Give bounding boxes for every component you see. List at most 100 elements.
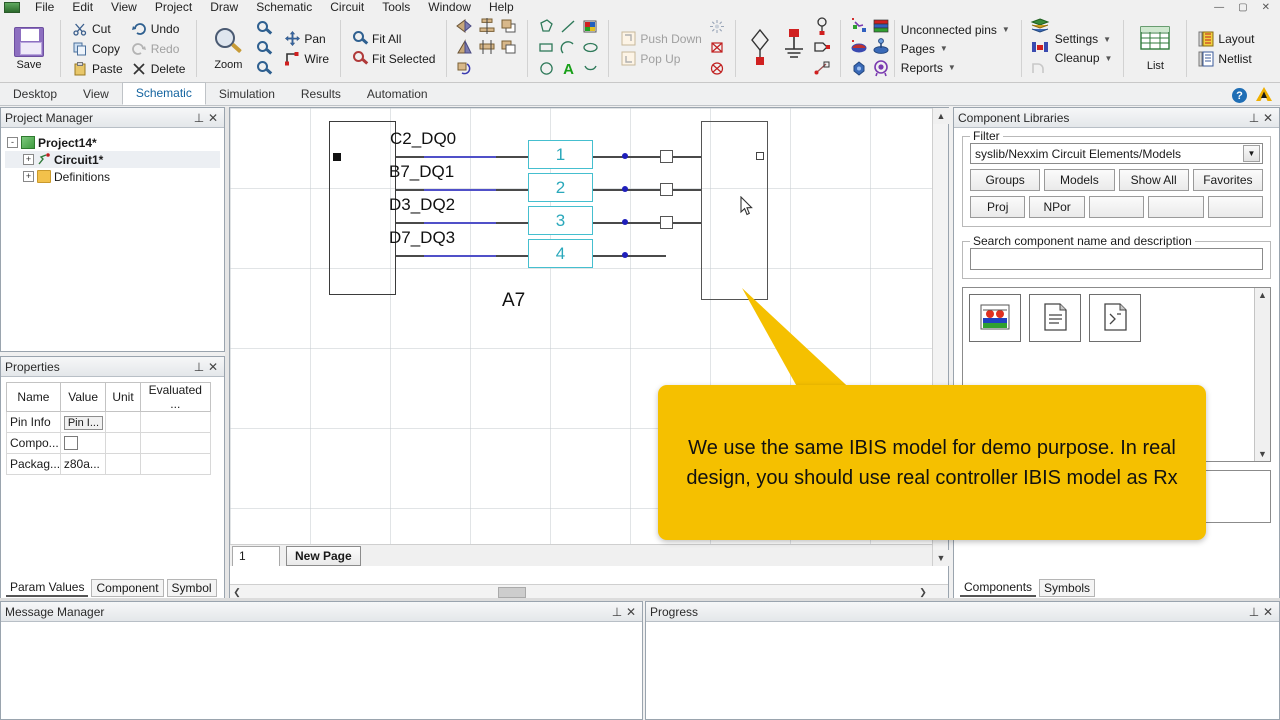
arc-button[interactable] xyxy=(557,38,579,59)
search-input[interactable] xyxy=(970,248,1263,270)
zoom-in-button[interactable] xyxy=(252,19,280,39)
favorites-button[interactable]: Favorites xyxy=(1192,169,1263,191)
show-all-button[interactable]: Show All xyxy=(1118,169,1189,191)
stackup-button[interactable] xyxy=(870,17,892,38)
menu-item-tools[interactable]: Tools xyxy=(373,0,419,14)
port-square[interactable] xyxy=(660,183,673,196)
reports-dropdown[interactable]: Reports ▼ xyxy=(897,58,1014,77)
chevron-down-icon[interactable]: ▼ xyxy=(1243,145,1260,162)
component-checkbox[interactable] xyxy=(63,436,78,451)
scroll-left-arrow-icon[interactable]: ❮ xyxy=(230,587,244,598)
scroll-down-arrow-icon[interactable]: ▼ xyxy=(1258,449,1267,459)
paste-button[interactable]: Paste xyxy=(68,59,127,79)
wire-button[interactable]: Wire xyxy=(280,49,333,69)
close-icon[interactable]: ✕ xyxy=(1261,111,1275,125)
tab-symbols[interactable]: Symbols xyxy=(1039,579,1096,597)
tab-desktop[interactable]: Desktop xyxy=(0,84,70,105)
target-button[interactable] xyxy=(870,59,892,80)
zoom-out-button[interactable] xyxy=(252,39,280,59)
tab-param-values[interactable]: Param Values xyxy=(6,579,89,597)
filter-button-3[interactable] xyxy=(1088,196,1145,218)
port-square[interactable] xyxy=(660,150,673,163)
output-port-button[interactable] xyxy=(811,38,833,59)
send-backward-button[interactable] xyxy=(498,38,520,59)
menu-item-project[interactable]: Project xyxy=(146,0,201,14)
close-window-button[interactable]: ✕ xyxy=(1262,2,1270,13)
wire-segment[interactable] xyxy=(593,255,666,257)
expander-icon[interactable]: - xyxy=(7,137,18,148)
scroll-right-arrow-icon[interactable]: ❯ xyxy=(916,587,930,598)
scroll-up-arrow-icon[interactable]: ▲ xyxy=(933,108,949,124)
close-icon[interactable]: ✕ xyxy=(206,360,220,374)
delete-port-button[interactable] xyxy=(706,38,728,59)
tab-symbol[interactable]: Symbol xyxy=(166,579,217,597)
unconnected-pins-dropdown[interactable]: Unconnected pins ▼ xyxy=(897,20,1014,39)
delete-button[interactable]: Delete xyxy=(127,59,190,79)
list-button[interactable]: List xyxy=(1131,17,1179,81)
scroll-up-arrow-icon[interactable]: ▲ xyxy=(1258,290,1267,300)
page-tab-1[interactable]: 1 xyxy=(232,546,280,566)
cut-button[interactable]: Cut xyxy=(68,19,127,39)
wire-segment-net[interactable] xyxy=(424,156,496,158)
netlist-button[interactable]: Netlist xyxy=(1194,49,1258,69)
cell-value[interactable]: Pin I... xyxy=(59,411,107,433)
ground-button[interactable] xyxy=(777,16,811,82)
spline-button[interactable] xyxy=(579,59,601,80)
menu-item-schematic[interactable]: Schematic xyxy=(247,0,321,14)
wire-segment[interactable] xyxy=(593,189,666,191)
column-header-name[interactable]: Name xyxy=(6,382,61,412)
tree-node-definitions[interactable]: + Definitions xyxy=(5,168,220,185)
flip-vertical-button[interactable] xyxy=(454,38,476,59)
groups-button[interactable]: Groups xyxy=(970,169,1041,191)
menu-item-window[interactable]: Window xyxy=(419,0,480,14)
port-pin-button[interactable] xyxy=(811,17,833,38)
nport-button-2[interactable]: NPor xyxy=(1029,196,1085,218)
ellipse-button[interactable] xyxy=(579,38,601,59)
numbered-component-1[interactable]: 1 xyxy=(528,140,593,169)
zoom-fit-button[interactable] xyxy=(252,59,280,79)
models-button[interactable]: Models xyxy=(1044,169,1115,191)
wire-segment[interactable] xyxy=(673,189,702,191)
close-icon[interactable]: ✕ xyxy=(1261,605,1275,619)
nport-button[interactable] xyxy=(848,59,870,80)
expander-icon[interactable]: + xyxy=(23,171,34,182)
table-row[interactable]: Pin Info Pin I... xyxy=(6,411,212,433)
list-item[interactable] xyxy=(1089,294,1141,342)
maximize-button[interactable]: ▢ xyxy=(1238,2,1247,13)
menu-item-edit[interactable]: Edit xyxy=(63,0,102,14)
pin-icon[interactable]: ⊥ xyxy=(1247,111,1261,125)
list-item[interactable] xyxy=(1029,294,1081,342)
pin-icon[interactable]: ⊥ xyxy=(192,360,206,374)
column-header-evaluated[interactable]: Evaluated ... xyxy=(139,382,212,412)
tree-node-circuit[interactable]: + Circuit1* xyxy=(5,151,220,168)
wire-segment[interactable] xyxy=(396,156,424,158)
help-question-icon[interactable]: ? xyxy=(1232,88,1247,103)
edit-model-button[interactable] xyxy=(848,38,870,59)
table-row[interactable]: Packag... z80a... xyxy=(6,453,212,475)
wire-segment[interactable] xyxy=(396,255,424,257)
wire-segment[interactable] xyxy=(496,189,528,191)
numbered-component-4[interactable]: 4 xyxy=(528,239,593,268)
layers-button[interactable] xyxy=(1029,17,1051,38)
expander-icon[interactable]: + xyxy=(23,154,34,165)
close-icon[interactable]: ✕ xyxy=(624,605,638,619)
pages-dropdown[interactable]: Pages ▼ xyxy=(897,39,1014,58)
cell-value[interactable] xyxy=(59,432,107,454)
tab-schematic[interactable]: Schematic xyxy=(121,82,206,105)
add-component-button[interactable] xyxy=(848,17,870,38)
numbered-component-3[interactable]: 3 xyxy=(528,206,593,235)
line-button[interactable] xyxy=(557,17,579,38)
table-row[interactable]: Compo... xyxy=(6,432,212,454)
menu-item-circuit[interactable]: Circuit xyxy=(321,0,373,14)
wire-segment[interactable] xyxy=(396,189,424,191)
wire-segment[interactable] xyxy=(496,222,528,224)
undo-button[interactable]: Undo xyxy=(127,19,190,39)
minimize-button[interactable]: — xyxy=(1214,2,1224,13)
wire-segment[interactable] xyxy=(673,222,702,224)
scroll-down-arrow-icon[interactable]: ▼ xyxy=(933,550,949,566)
canvas-horizontal-scrollbar[interactable]: ❮ ❯ xyxy=(230,584,948,599)
cleanup-icon-button[interactable] xyxy=(1029,38,1051,59)
wire-segment[interactable] xyxy=(593,156,666,158)
tree-node-project[interactable]: - Project14* xyxy=(5,134,220,151)
library-select[interactable]: syslib/Nexxim Circuit Elements/Models ▼ xyxy=(970,143,1263,164)
